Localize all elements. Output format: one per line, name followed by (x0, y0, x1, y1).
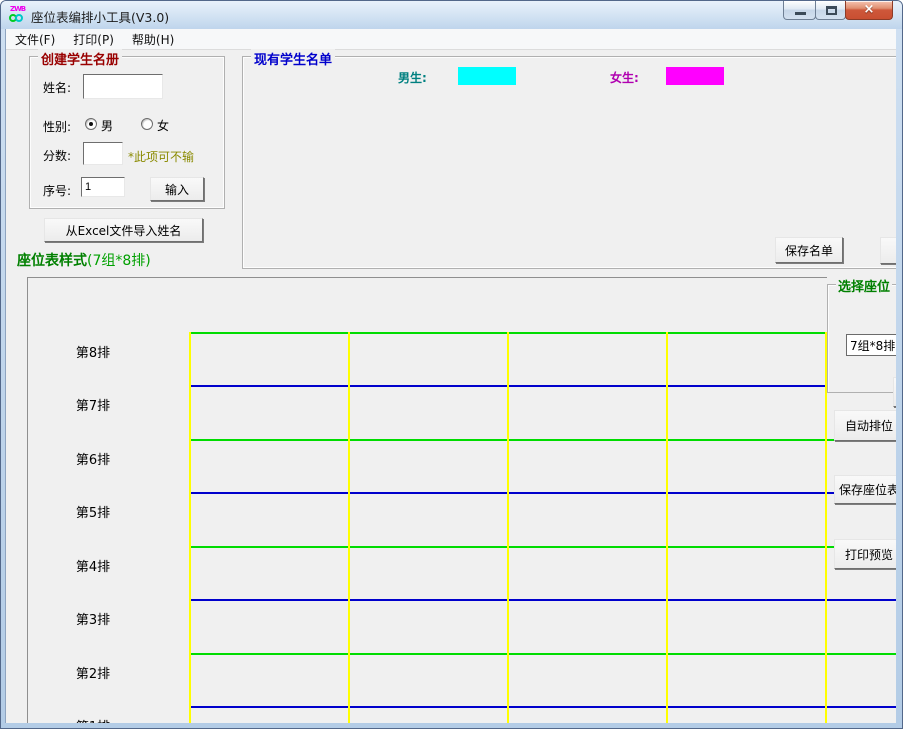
menu-bar: 文件(F) 打印(P) 帮助(H) (6, 29, 896, 50)
grid-line-horizontal (189, 706, 896, 708)
close-icon: × (846, 2, 892, 17)
grid-line-vertical (348, 332, 350, 723)
row-label: 第1排 (58, 716, 128, 723)
menu-help[interactable]: 帮助(H) (123, 29, 183, 49)
print-preview-button[interactable]: 打印预览 (834, 539, 896, 569)
seating-style-title: 座位表样式(7组*8排) (17, 250, 151, 270)
row-label: 第2排 (58, 663, 128, 682)
titlebar[interactable]: ZWB 座位表编排小工具(V3.0) × (1, 1, 902, 29)
seating-grid: 第8排第7排第6排第5排第4排第3排第2排第1排 (27, 277, 896, 723)
row-label: 第6排 (58, 449, 128, 468)
maximize-icon (826, 6, 837, 15)
roster-groupbox-title: 创建学生名册 (38, 49, 122, 68)
female-legend-label: 女生: (610, 69, 639, 86)
score-label: 分数: (43, 147, 71, 164)
style-chooser-groupbox: 选择座位 7组*8排 (827, 275, 896, 393)
grid-line-horizontal (189, 332, 896, 334)
style-chooser-title: 选择座位 (836, 276, 892, 295)
male-radio-label[interactable]: 男 (101, 117, 113, 134)
row-label: 第4排 (58, 556, 128, 575)
row-label: 第3排 (58, 609, 128, 628)
window-controls: × (783, 1, 893, 20)
minimize-button[interactable] (783, 1, 816, 20)
grid-line-vertical (666, 332, 668, 723)
grid-line-horizontal (189, 653, 896, 655)
save-seating-button[interactable]: 保存座位表 (834, 475, 896, 504)
menu-file[interactable]: 文件(F) (6, 29, 64, 49)
grid-line-horizontal (189, 385, 896, 387)
male-radio[interactable] (85, 118, 97, 130)
seating-style-title-suffix: (7组*8排) (87, 253, 151, 269)
grid-line-horizontal (189, 492, 896, 494)
import-excel-button[interactable]: 从Excel文件导入姓名 (44, 218, 203, 242)
clipped-button-top[interactable] (880, 237, 896, 264)
enter-button[interactable]: 输入 (150, 177, 204, 201)
row-label: 第7排 (58, 395, 128, 414)
student-list-title: 现有学生名单 (251, 49, 335, 68)
row-label: 第8排 (58, 342, 128, 361)
app-icon-text: ZWB (10, 6, 25, 13)
minimize-icon (795, 12, 806, 15)
grid-line-horizontal (189, 439, 896, 441)
score-input[interactable] (83, 142, 123, 165)
row-label: 第5排 (58, 502, 128, 521)
auto-arrange-button[interactable]: 自动排位 (834, 410, 896, 441)
female-radio[interactable] (141, 118, 153, 130)
maximize-button[interactable] (815, 1, 846, 20)
roster-groupbox: 创建学生名册 姓名: 性别: 男 女 分数: *此项可不输 序号: 输入 (29, 56, 225, 209)
index-input[interactable] (81, 177, 125, 197)
grid-line-vertical (507, 332, 509, 723)
client-area: 文件(F) 打印(P) 帮助(H) 创建学生名册 姓名: 性别: 男 女 分数:… (5, 29, 896, 723)
grid-line-horizontal (189, 546, 896, 548)
gender-label: 性别: (43, 118, 71, 135)
style-combobox[interactable]: 7组*8排 (846, 334, 896, 356)
female-color-swatch (666, 67, 724, 85)
name-input[interactable] (83, 74, 163, 99)
seating-style-title-text: 座位表样式 (17, 253, 87, 269)
clipped-button-style[interactable] (893, 377, 896, 407)
grid-line-vertical (189, 332, 191, 723)
save-list-button[interactable]: 保存名单 (775, 237, 843, 263)
app-window: ZWB 座位表编排小工具(V3.0) × 文件(F) 打印(P) 帮助(H) 创… (0, 0, 903, 729)
student-list-groupbox: 现有学生名单 男生: 女生: 保存名单 (242, 56, 896, 269)
name-label: 姓名: (43, 79, 71, 96)
app-icon: ZWB (9, 6, 27, 24)
score-note: *此项可不输 (128, 148, 194, 165)
index-label: 序号: (43, 182, 71, 199)
male-legend-label: 男生: (398, 69, 427, 86)
menu-print[interactable]: 打印(P) (64, 29, 123, 49)
grid-line-horizontal (189, 599, 896, 601)
cyan-ring-icon (15, 14, 23, 22)
close-button[interactable]: × (845, 1, 893, 20)
window-title: 座位表编排小工具(V3.0) (31, 7, 169, 26)
female-radio-label[interactable]: 女 (157, 117, 169, 134)
male-color-swatch (458, 67, 516, 85)
